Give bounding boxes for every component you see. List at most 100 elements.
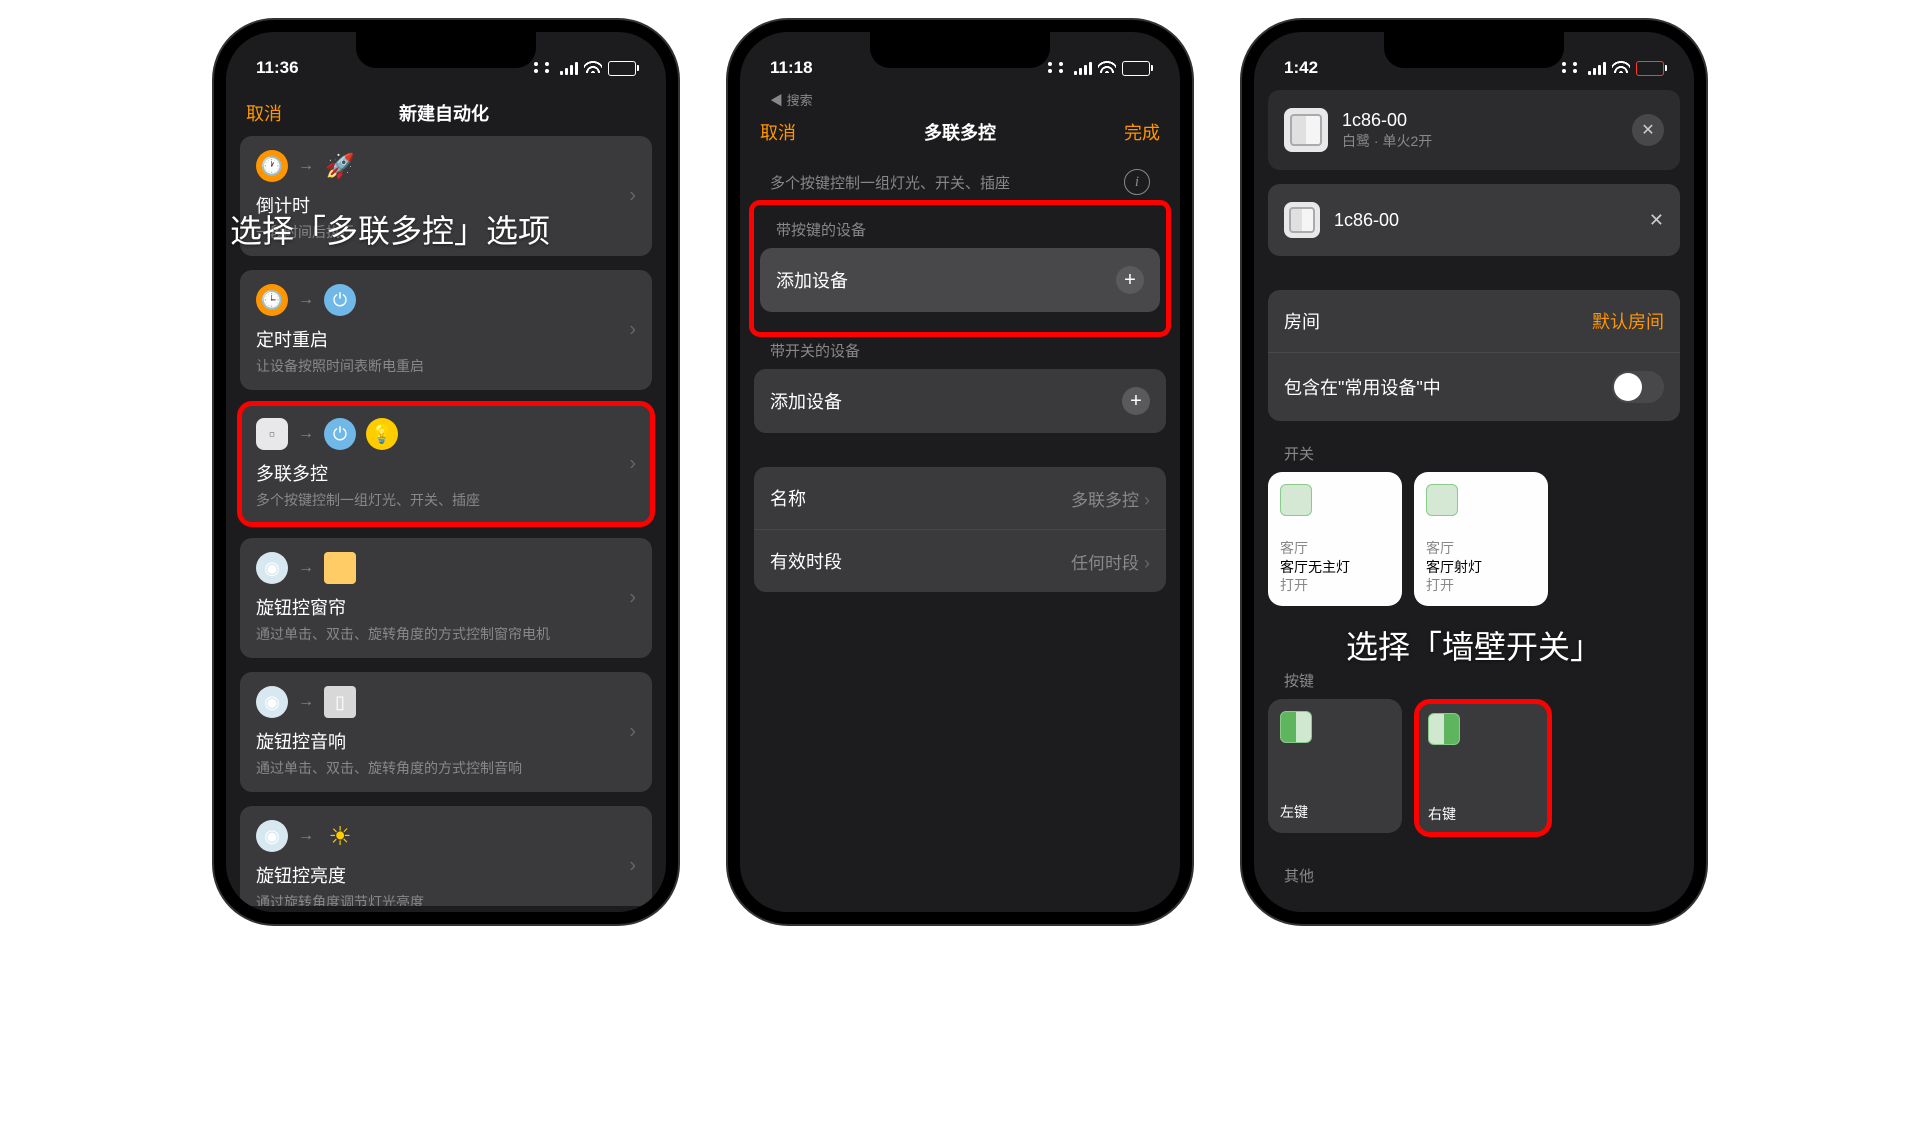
power-icon: ⏻ bbox=[324, 284, 356, 316]
outlet-icon: ⏻ bbox=[324, 418, 356, 450]
highlight-annotation: 带按键的设备 添加设备 + bbox=[756, 207, 1164, 330]
done-button[interactable]: 完成 bbox=[1124, 119, 1160, 145]
tile-label: 客厅 客厅射灯 打开 bbox=[1426, 539, 1536, 594]
rocket-icon: 🚀 bbox=[324, 150, 356, 182]
switch-tile-icon bbox=[1426, 484, 1458, 516]
automation-card-knob-curtain[interactable]: ◉ → 旋钮控窗帘 通过单击、双击、旋转角度的方式控制窗帘电机 › bbox=[240, 538, 652, 658]
chevron-right-icon: › bbox=[1144, 553, 1150, 573]
notch bbox=[870, 32, 1050, 68]
phone-1: 11:36 取消 新建自动化 🕐 → 🚀 倒计时 一段时间后执行 › 选择「多联… bbox=[214, 20, 678, 924]
close-button[interactable]: ✕ bbox=[1632, 114, 1664, 146]
key-tile-icon bbox=[1280, 711, 1312, 743]
key-label: 右键 bbox=[1428, 805, 1538, 823]
name-value: 多联多控 bbox=[1071, 491, 1139, 510]
control-center-icon bbox=[1562, 62, 1582, 74]
phone-2: 11:18 ◀ 搜索 取消 多联多控 完成 多个按键控制一组灯光、开关、插座 i… bbox=[728, 20, 1192, 924]
name-row[interactable]: 名称 多联多控 › bbox=[754, 467, 1166, 530]
chevron-right-icon: › bbox=[629, 185, 636, 208]
period-label: 有效时段 bbox=[770, 548, 842, 574]
curtain-icon bbox=[324, 552, 356, 584]
chevron-right-icon: › bbox=[629, 721, 636, 744]
tile-label: 客厅 客厅无主灯 打开 bbox=[1280, 539, 1390, 594]
clock-icon: 🕒 bbox=[256, 284, 288, 316]
cancel-button[interactable]: 取消 bbox=[760, 119, 796, 145]
chevron-right-icon: › bbox=[629, 319, 636, 342]
room-value: 默认房间 bbox=[1592, 308, 1664, 334]
signal-icon bbox=[560, 62, 578, 75]
name-label: 名称 bbox=[770, 485, 806, 511]
device-subtitle: 白鹭 · 单火2开 bbox=[1342, 131, 1432, 151]
card-title: 旋钮控音响 bbox=[256, 728, 636, 754]
subtitle-text: 多个按键控制一组灯光、开关、插座 bbox=[770, 172, 1010, 193]
automation-card-knob-audio[interactable]: ◉ → ▯ 旋钮控音响 通过单击、双击、旋转角度的方式控制音响 › bbox=[240, 672, 652, 792]
info-icon[interactable]: i bbox=[1124, 169, 1150, 195]
arrow-icon: → bbox=[298, 559, 314, 577]
card-subtitle: 通过单击、双击、旋转角度的方式控制窗帘电机 bbox=[256, 624, 636, 644]
device-name: 1c86-00 bbox=[1342, 110, 1432, 131]
arrow-icon: → bbox=[298, 425, 314, 443]
switch-tile-icon bbox=[1280, 484, 1312, 516]
wifi-icon bbox=[1612, 58, 1630, 78]
switch-tile-1[interactable]: 客厅 客厅无主灯 打开 bbox=[1268, 472, 1402, 606]
card-subtitle: 多个按键控制一组灯光、开关、插座 bbox=[256, 490, 636, 510]
arrow-icon: → bbox=[298, 827, 314, 845]
phone-3: 1:42 1c86-00 白鹭 · 单火2开 ✕ 1c86-00 ✕ 房间 默认… bbox=[1242, 20, 1706, 924]
switch-tile-2[interactable]: 客厅 客厅射灯 打开 bbox=[1414, 472, 1548, 606]
automation-card-knob-brightness[interactable]: ◉ → ☀ 旋钮控亮度 通过旋转角度调节灯光亮度 › bbox=[240, 806, 652, 906]
device-row-name: 1c86-00 bbox=[1334, 210, 1399, 231]
wifi-icon bbox=[1098, 58, 1116, 78]
battery-icon bbox=[608, 61, 636, 76]
sun-icon: ☀ bbox=[324, 820, 356, 852]
switch-device-icon bbox=[1284, 108, 1328, 152]
bulb-icon: 💡 bbox=[366, 418, 398, 450]
battery-icon bbox=[1122, 61, 1150, 76]
cancel-button[interactable]: 取消 bbox=[246, 100, 282, 126]
control-center-icon bbox=[534, 62, 554, 74]
knob-icon: ◉ bbox=[256, 686, 288, 718]
nav-bar: 取消 新建自动化 bbox=[226, 90, 666, 136]
common-label: 包含在"常用设备"中 bbox=[1284, 374, 1441, 400]
signal-icon bbox=[1074, 62, 1092, 75]
knob-icon: ◉ bbox=[256, 820, 288, 852]
chevron-right-icon: › bbox=[629, 855, 636, 878]
arrow-icon: → bbox=[298, 693, 314, 711]
clock-icon: 🕐 bbox=[256, 150, 288, 182]
switch-device-icon bbox=[1284, 202, 1320, 238]
period-row[interactable]: 有效时段 任何时段 › bbox=[754, 530, 1166, 592]
speaker-icon: ▯ bbox=[324, 686, 356, 718]
card-title: 旋钮控窗帘 bbox=[256, 594, 636, 620]
key-label: 左键 bbox=[1280, 803, 1390, 821]
common-devices-row[interactable]: 包含在"常用设备"中 bbox=[1268, 353, 1680, 421]
key-tile-left[interactable]: 左键 bbox=[1268, 699, 1402, 833]
device-header: 1c86-00 白鹭 · 单火2开 ✕ bbox=[1268, 90, 1680, 170]
wifi-icon bbox=[584, 58, 602, 78]
plus-icon: + bbox=[1122, 387, 1150, 415]
toggle-switch[interactable] bbox=[1612, 371, 1664, 403]
room-label: 房间 bbox=[1284, 308, 1320, 334]
status-time: 11:36 bbox=[256, 58, 299, 78]
section-label-switches: 带开关的设备 bbox=[754, 332, 1166, 369]
other-section-label: 其他 bbox=[1268, 857, 1680, 894]
add-device-button[interactable]: 添加设备 + bbox=[760, 248, 1160, 312]
notch bbox=[1384, 32, 1564, 68]
battery-low-icon bbox=[1636, 61, 1664, 76]
add-device-label: 添加设备 bbox=[776, 267, 848, 293]
page-title: 多联多控 bbox=[924, 119, 996, 145]
control-center-icon bbox=[1048, 62, 1068, 74]
status-time: 11:18 bbox=[770, 58, 813, 78]
key-tile-right[interactable]: 右键 bbox=[1416, 701, 1550, 835]
device-row[interactable]: 1c86-00 ✕ bbox=[1268, 184, 1680, 256]
back-to-search[interactable]: ◀ 搜索 bbox=[740, 90, 1180, 109]
remove-icon[interactable]: ✕ bbox=[1649, 210, 1664, 231]
nav-bar: 取消 多联多控 完成 bbox=[740, 109, 1180, 155]
automation-card-multicontrol[interactable]: ▫ → ⏻ 💡 多联多控 多个按键控制一组灯光、开关、插座 › bbox=[240, 404, 652, 524]
section-label-buttons: 带按键的设备 bbox=[760, 211, 1160, 248]
card-title: 旋钮控亮度 bbox=[256, 862, 636, 888]
add-device-button-2[interactable]: 添加设备 + bbox=[754, 369, 1166, 433]
automation-card-scheduled-restart[interactable]: 🕒 → ⏻ 定时重启 让设备按照时间表断电重启 › bbox=[240, 270, 652, 390]
card-subtitle: 通过单击、双击、旋转角度的方式控制音响 bbox=[256, 758, 636, 778]
switch-section-label: 开关 bbox=[1268, 435, 1680, 472]
automation-card-countdown[interactable]: 🕐 → 🚀 倒计时 一段时间后执行 › 选择「多联多控」选项 bbox=[240, 136, 652, 256]
add-device-label: 添加设备 bbox=[770, 388, 842, 414]
room-row[interactable]: 房间 默认房间 bbox=[1268, 290, 1680, 353]
